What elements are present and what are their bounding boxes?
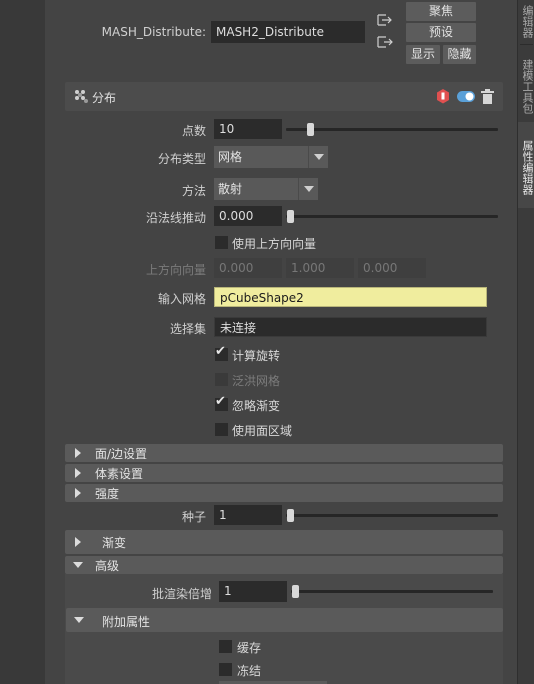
up-vector-label: 上方向向量 [145, 263, 206, 277]
distribute-title: 分布 [92, 91, 117, 105]
section-extra-attributes-title: 附加属性 [102, 615, 151, 629]
batch-multiplier-label: 批渲染倍增 [151, 587, 212, 601]
method-dropdown[interactable]: 散射 [214, 178, 318, 200]
toggle-icon[interactable] [457, 91, 475, 102]
cache-checkbox[interactable] [219, 640, 232, 653]
triangle-right-icon [75, 448, 81, 458]
section-strength-title: 强度 [95, 487, 120, 501]
section-advanced-title: 高级 [95, 559, 120, 573]
points-slider[interactable] [286, 128, 498, 131]
tab-attribute-editor[interactable]: 属性编辑器 [518, 122, 534, 208]
dist-type-label: 分布类型 [157, 152, 206, 166]
red-hexagon-icon[interactable] [436, 89, 450, 104]
use-face-area-checkbox[interactable] [215, 423, 228, 436]
seed-label: 种子 [181, 510, 206, 524]
seed-slider[interactable] [286, 514, 498, 517]
up-vector-z-field[interactable]: 0.000 [358, 258, 426, 278]
seed-slider-handle[interactable] [287, 509, 294, 522]
points-label: 点数 [181, 124, 206, 138]
right-tab-bar: 编辑器 建模工具包 属性编辑器 [517, 0, 534, 684]
dist-type-dropdown[interactable]: 网格 [214, 146, 328, 168]
normal-push-field[interactable]: 0.000 [214, 206, 282, 226]
section-extra-attributes[interactable]: 附加属性 [66, 608, 503, 632]
normal-push-slider[interactable] [286, 215, 498, 218]
up-vector-y-field[interactable]: 1.000 [286, 258, 354, 278]
hide-button[interactable]: 隐藏 [443, 45, 476, 64]
check-icon: ✔ [215, 344, 226, 359]
selection-set-label: 选择集 [169, 322, 206, 336]
tab-editor[interactable]: 编辑器 [518, 0, 534, 38]
trash-icon[interactable] [481, 89, 494, 104]
method-value: 散射 [218, 182, 243, 196]
use-up-vector-checkbox[interactable] [215, 236, 228, 249]
triangle-right-icon [75, 537, 81, 547]
input-mesh-field[interactable]: pCubeShape2 [214, 287, 487, 307]
freeze-label: 冻结 [237, 664, 262, 678]
flood-mesh-label: 泛洪网格 [232, 374, 281, 388]
left-strip [0, 0, 45, 684]
distribute-node-icon [75, 90, 88, 103]
section-voxel[interactable]: 体素设置 [65, 464, 503, 482]
triangle-right-icon [75, 468, 81, 478]
mash-node-name-field[interactable]: MASH2_Distribute [211, 21, 365, 43]
use-face-area-label: 使用面区域 [232, 424, 293, 438]
points-field[interactable]: 10 [214, 119, 282, 139]
batch-multiplier-slider-handle[interactable] [292, 585, 299, 598]
chevron-down-icon [308, 146, 328, 168]
points-slider-handle[interactable] [307, 123, 314, 136]
show-button[interactable]: 显示 [406, 45, 440, 64]
method-label: 方法 [181, 184, 206, 198]
calc-rotation-label: 计算旋转 [232, 349, 281, 363]
focus-button[interactable]: 聚焦 [406, 2, 476, 21]
section-falloff-title: 渐变 [102, 536, 127, 550]
section-strength[interactable]: 强度 [65, 484, 503, 502]
triangle-down-icon [74, 617, 84, 623]
ignore-falloff-checkbox[interactable]: ✔ [215, 394, 228, 411]
normal-push-label: 沿法线推动 [145, 211, 206, 225]
preset-button[interactable]: 预设 [406, 23, 476, 42]
input-mesh-label: 输入网格 [157, 292, 206, 306]
output-connection-icon[interactable] [376, 34, 394, 50]
batch-multiplier-slider[interactable] [291, 590, 493, 593]
normal-push-slider-handle[interactable] [287, 210, 294, 223]
freeze-checkbox[interactable] [219, 663, 232, 676]
section-falloff[interactable]: 渐变 [65, 530, 503, 554]
tab-modeling-toolkit[interactable]: 建模工具包 [518, 48, 534, 120]
selection-set-field[interactable]: 未连接 [214, 317, 487, 337]
tab-divider [520, 44, 533, 45]
input-connection-icon[interactable] [376, 12, 394, 28]
triangle-down-icon [73, 562, 83, 568]
cache-label: 缓存 [237, 641, 262, 655]
seed-field[interactable]: 1 [214, 505, 282, 525]
dist-type-value: 网格 [218, 150, 243, 164]
use-up-vector-label: 使用上方向向量 [232, 237, 317, 251]
up-vector-x-field[interactable]: 0.000 [214, 258, 282, 278]
check-icon: ✔ [215, 394, 226, 409]
section-voxel-title: 体素设置 [95, 467, 144, 481]
mash-distribute-label: MASH_Distribute: [101, 25, 206, 39]
ignore-falloff-label: 忽略渐变 [232, 399, 281, 413]
triangle-right-icon [75, 488, 81, 498]
chevron-down-icon [298, 178, 318, 200]
batch-multiplier-field[interactable]: 1 [219, 581, 287, 602]
calc-rotation-checkbox[interactable]: ✔ [215, 344, 228, 361]
flood-mesh-checkbox[interactable] [215, 373, 228, 386]
section-face-edge[interactable]: 面/边设置 [65, 444, 503, 462]
section-advanced[interactable]: 高级 [65, 556, 503, 574]
section-face-edge-title: 面/边设置 [95, 447, 148, 461]
